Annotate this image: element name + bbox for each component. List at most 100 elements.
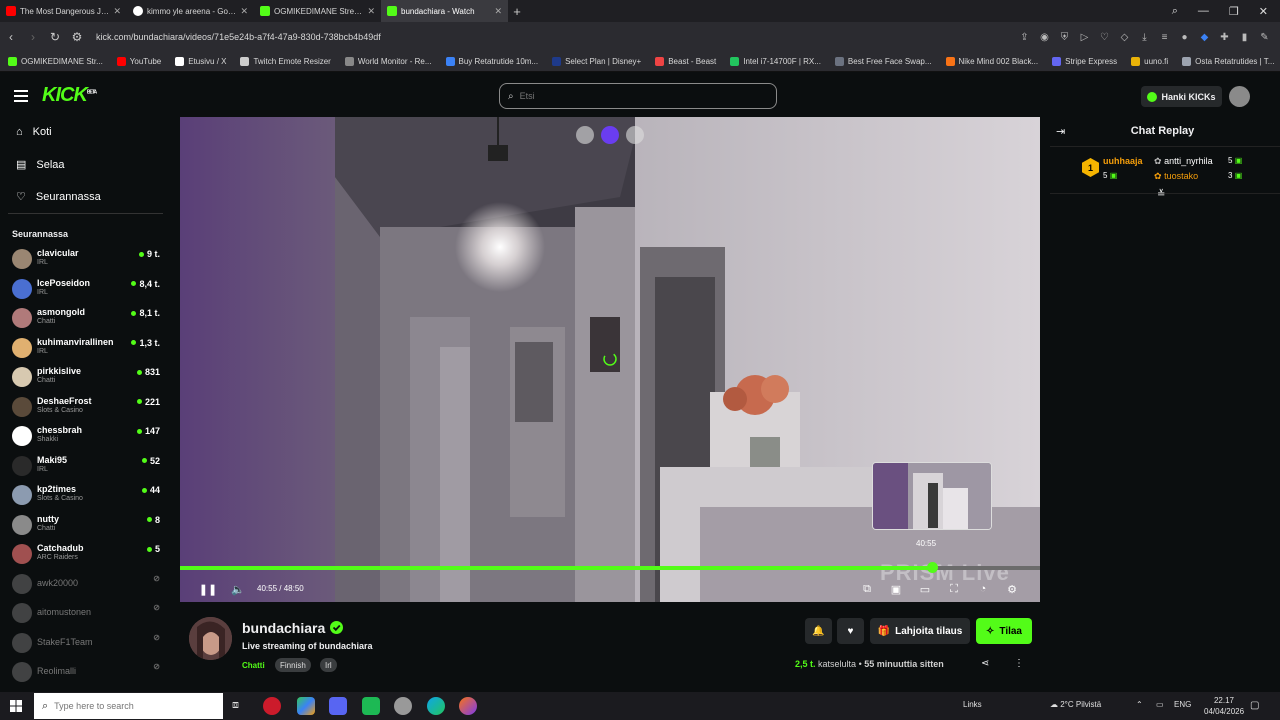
extension-icon[interactable]: ◆ <box>1199 32 1210 43</box>
user-avatar[interactable] <box>1229 86 1250 107</box>
tag-pill[interactable]: Finnish <box>275 658 311 672</box>
edge-icon[interactable] <box>427 697 445 715</box>
maximize-button[interactable]: ❐ <box>1229 5 1239 18</box>
bookmark-item[interactable]: OGMIKEDIMANE Str... <box>8 57 103 66</box>
back-button[interactable]: ‹ <box>0 22 22 52</box>
get-kicks-button[interactable]: Hanki KICKs <box>1141 86 1222 107</box>
theater-mode-icon[interactable]: ▭ <box>918 582 932 596</box>
following-channel[interactable]: DeshaeFrost Slots & Casino 221 <box>12 396 160 424</box>
following-channel[interactable]: kp2times Slots & Casino 44 <box>12 484 160 512</box>
subscribe-button[interactable]: ✧ Tilaa <box>976 618 1032 644</box>
share-icon[interactable]: ⋖ <box>981 658 989 669</box>
nav-browse[interactable]: ▤ Selaa <box>16 158 65 172</box>
clip-icon[interactable]: ▣ <box>889 582 903 596</box>
taskbar-search[interactable]: ⌕ <box>34 693 223 719</box>
following-channel[interactable]: Maki95 IRL 52 <box>12 455 160 483</box>
more-options-icon[interactable]: ⋮ <box>1014 658 1024 669</box>
profile-icon[interactable]: ● <box>1179 32 1190 43</box>
speed-icon[interactable]: ◔ <box>976 582 990 596</box>
following-channel[interactable]: nutty Chatti 8 <box>12 514 160 542</box>
app-icon[interactable] <box>362 697 380 715</box>
menu-icon[interactable]: ≡ <box>1159 32 1170 43</box>
tag-pill[interactable]: Irl <box>320 658 337 672</box>
miniplayer-icon[interactable]: ⧉ <box>860 582 874 596</box>
browser-tab[interactable]: OGMIKEDIMANE Stream ✕ <box>254 0 381 22</box>
shield-icon[interactable]: ⛨ <box>1059 32 1070 43</box>
expand-leaderboard-icon[interactable]: ≚ <box>1157 189 1165 200</box>
bookmark-item[interactable]: Nike Mind 002 Black... <box>945 57 1038 66</box>
bookmark-item[interactable]: Beast - Beast <box>655 57 716 66</box>
follow-heart-button[interactable]: ♥ <box>837 618 864 644</box>
close-tab-icon[interactable]: ✕ <box>240 6 248 17</box>
firefox-icon[interactable] <box>459 697 477 715</box>
taskbar-search-input[interactable] <box>54 701 215 711</box>
bookmark-item[interactable]: World Monitor - Re... <box>344 57 432 66</box>
following-channel[interactable]: kuhimanvirallinen IRL 1,3 t. <box>12 337 160 365</box>
opera-icon[interactable] <box>263 697 281 715</box>
ai-icon[interactable]: ✎ <box>1259 32 1270 43</box>
gift-subscription-button[interactable]: 🎁 Lahjoita tilaus <box>870 618 970 644</box>
notifications-icon[interactable]: ▢ <box>1250 700 1259 711</box>
new-tab-button[interactable]: + <box>508 0 526 22</box>
task-view-icon[interactable]: ⧈ <box>232 699 239 712</box>
site-info-icon[interactable]: ⚙ <box>66 22 88 52</box>
following-channel[interactable]: Catchadub ARC Raiders 5 <box>12 543 160 571</box>
following-channel[interactable]: chessbrah Shakki 147 <box>12 425 160 453</box>
app-icon[interactable] <box>297 697 315 715</box>
seek-bar-handle[interactable] <box>927 562 938 573</box>
weather-widget[interactable]: ☁ 2°C Pilvistä <box>1050 700 1101 709</box>
forward-button[interactable]: › <box>22 22 44 52</box>
sidebar-icon[interactable]: ▮ <box>1239 32 1250 43</box>
pause-button[interactable]: ❚❚ <box>199 582 217 596</box>
kick-logo[interactable]: KICKBETA <box>42 84 97 107</box>
following-channel[interactable]: StakeF1Team ⊘ <box>12 632 160 660</box>
following-channel[interactable]: clavicular IRL 9 t. <box>12 248 160 276</box>
volume-icon[interactable]: 🔈 <box>231 582 245 596</box>
search-box[interactable]: ⌕ <box>499 83 777 109</box>
bookmark-item[interactable]: uuno.fi <box>1131 57 1168 66</box>
nav-following[interactable]: ♡ Seurannassa <box>16 190 101 204</box>
bookmark-item[interactable]: Stripe Express <box>1052 57 1117 66</box>
reload-button[interactable]: ↻ <box>44 22 66 52</box>
app-icon[interactable] <box>394 697 412 715</box>
clock[interactable]: 22.17 04/04/2026 <box>1204 695 1244 717</box>
bookmark-item[interactable]: Select Plan | Disney+ <box>552 57 641 66</box>
channel-avatar[interactable] <box>189 617 232 660</box>
download-icon[interactable]: ⤓ <box>1139 32 1150 43</box>
close-tab-icon[interactable]: ✕ <box>113 6 121 17</box>
following-channel[interactable]: awk20000 ⊘ <box>12 573 160 601</box>
browser-tab-active[interactable]: bundachiara - Watch ✕ <box>381 0 508 22</box>
url-field[interactable]: kick.com/bundachiara/videos/71e5e24b-a7f… <box>96 32 381 42</box>
puzzle-icon[interactable]: ✚ <box>1219 32 1230 43</box>
search-input[interactable] <box>519 91 760 101</box>
play-icon[interactable]: ▷ <box>1079 32 1090 43</box>
following-channel[interactable]: asmongold Chatti 8,1 t. <box>12 307 160 335</box>
bookmark-item[interactable]: YouTube <box>116 57 161 66</box>
start-button[interactable] <box>0 692 32 720</box>
cube-icon[interactable]: ◇ <box>1119 32 1130 43</box>
category-link[interactable]: Chatti <box>242 658 265 672</box>
following-channel[interactable]: pirkkislive Chatti 831 <box>12 366 160 394</box>
leader-name[interactable]: ✿ tuostako <box>1154 171 1198 182</box>
following-channel[interactable]: aitomustonen ⊘ <box>12 602 160 630</box>
following-channel[interactable]: IcePoseidon IRL 8,4 t. <box>12 278 160 306</box>
heart-icon[interactable]: ♡ <box>1099 32 1110 43</box>
channel-name[interactable]: bundachiara <box>242 620 325 636</box>
tray-chevron-icon[interactable]: ⌃ <box>1136 700 1143 709</box>
hamburger-menu-icon[interactable] <box>14 90 28 102</box>
minimize-button[interactable]: — <box>1198 5 1209 17</box>
network-icon[interactable]: ▭ <box>1156 700 1164 709</box>
bookmark-item[interactable]: Intel i7-14700F | RX... <box>730 57 821 66</box>
links-toolbar[interactable]: Links <box>963 700 982 709</box>
browser-tab[interactable]: kimmo yle areena - Goog ✕ <box>127 0 254 22</box>
bookmark-item[interactable]: Twitch Emote Resizer <box>240 57 331 66</box>
nav-home[interactable]: ⌂ Koti <box>16 126 52 138</box>
close-tab-icon[interactable]: ✕ <box>367 6 375 17</box>
browser-tab[interactable]: The Most Dangerous Job ✕ <box>0 0 127 22</box>
settings-gear-icon[interactable]: ⚙ <box>1005 582 1019 596</box>
close-tab-icon[interactable]: ✕ <box>494 6 502 17</box>
search-tabs-icon[interactable]: ⌕ <box>1172 5 1178 18</box>
seek-bar[interactable] <box>180 566 1040 570</box>
language-indicator[interactable]: ENG <box>1174 700 1191 709</box>
leader-name[interactable]: uuhhaaja <box>1103 156 1143 166</box>
